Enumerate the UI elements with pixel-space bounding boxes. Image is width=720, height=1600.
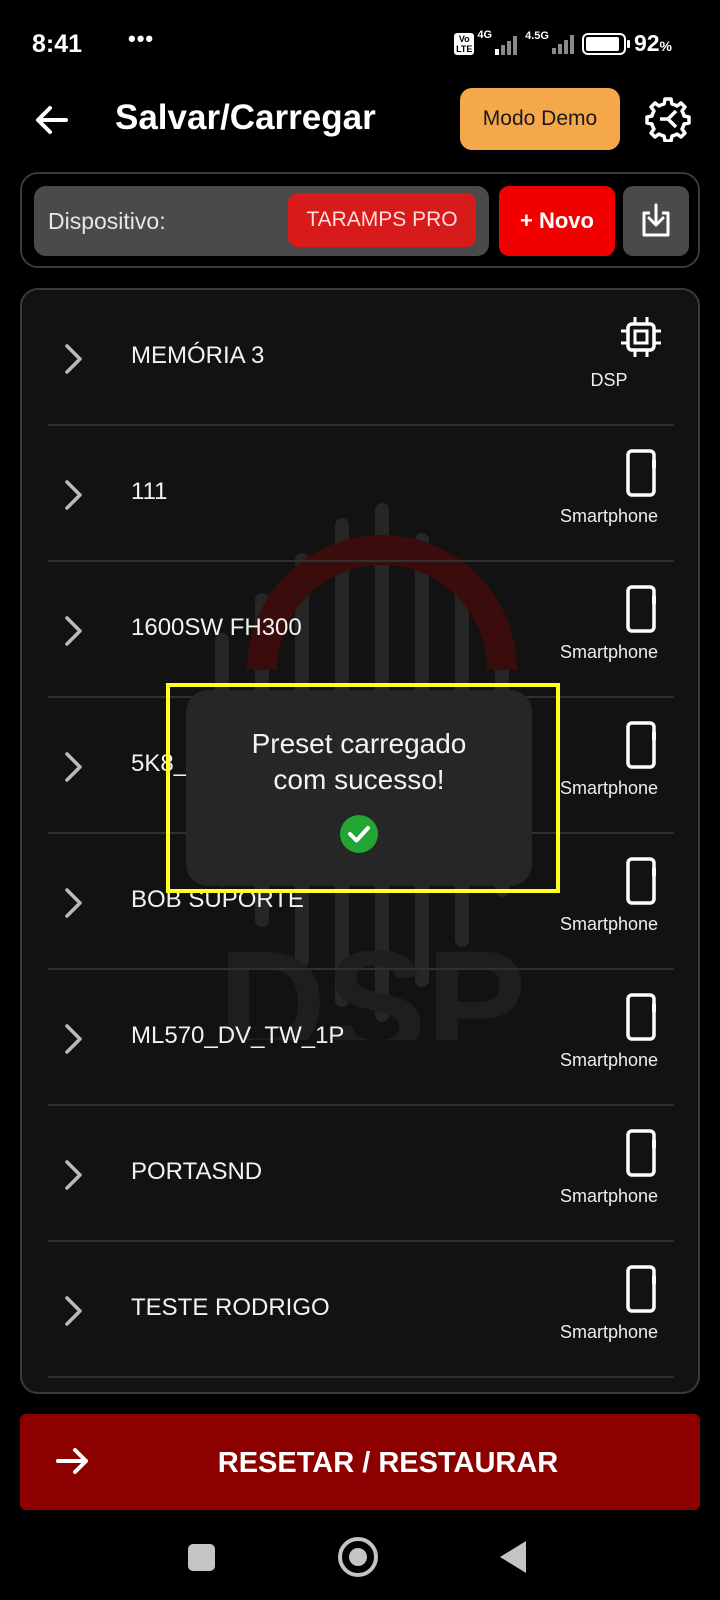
demo-mode-button[interactable]: Modo Demo (460, 88, 620, 150)
system-nav-bar (0, 1518, 720, 1600)
network-type-1: 4G (477, 28, 493, 41)
back-triangle-icon[interactable] (500, 1541, 526, 1573)
preset-source-label: Smartphone (559, 1186, 659, 1206)
app-header: Salvar/Carregar Modo Demo (0, 86, 720, 152)
check-circle-icon (340, 815, 378, 853)
preset-name: 1600SW FH300 (131, 614, 302, 641)
chevron-right-icon[interactable] (62, 614, 86, 648)
toast-line-1: Preset carregado (251, 728, 467, 759)
preset-name: 111 (131, 478, 168, 505)
import-button[interactable] (623, 186, 689, 256)
preset-source-label: Smartphone (559, 778, 659, 798)
preset-name: TESTE RODRIGO (131, 1294, 330, 1321)
preset-source-label: DSP (590, 370, 628, 390)
reset-restore-button[interactable]: RESETAR / RESTAURAR (20, 1414, 700, 1510)
preset-row[interactable]: 1600SW FH300 Smartphone (48, 562, 674, 698)
status-time: 8:41 (32, 30, 83, 58)
chevron-right-icon[interactable] (62, 342, 86, 376)
smartphone-icon (626, 721, 656, 769)
network-type-2: 4.5G (525, 29, 549, 42)
preset-source-label: Smartphone (559, 506, 659, 526)
status-indicators: Vo LTE 4G 4.5G 92% (454, 29, 672, 57)
recents-square-icon[interactable] (188, 1544, 215, 1571)
status-bar: 8:41 ••• Vo LTE 4G 4.5G 92% (0, 0, 720, 90)
smartphone-icon (626, 1265, 656, 1313)
preset-row[interactable]: PORTASND Smartphone (48, 1106, 674, 1242)
success-toast: Preset carregado com sucesso! (186, 690, 532, 886)
signal-sim1-icon: Vo LTE 4G (454, 29, 518, 55)
smartphone-icon (626, 857, 656, 905)
chevron-right-icon[interactable] (62, 1294, 86, 1328)
smartphone-icon (626, 449, 656, 497)
signal-sim2-icon: 4.5G (525, 30, 574, 54)
chevron-right-icon[interactable] (62, 750, 86, 784)
device-selector: Dispositivo: TARAMPS PRO (34, 186, 489, 256)
battery-percent: 92% (633, 30, 672, 56)
gear-icon[interactable] (645, 96, 691, 142)
reset-label: RESETAR / RESTAURAR (217, 1447, 559, 1479)
preset-row[interactable]: 111 Smartphone (48, 426, 674, 562)
chevron-right-icon[interactable] (62, 1022, 86, 1056)
device-name-chip[interactable]: TARAMPS PRO (288, 193, 476, 247)
device-label: Dispositivo: (48, 208, 166, 234)
home-circle-icon[interactable] (338, 1537, 378, 1577)
preset-row[interactable]: TESTE RODRIGO Smartphone (48, 1242, 674, 1378)
chevron-right-icon[interactable] (62, 1158, 86, 1192)
preset-name: PORTASND (131, 1158, 263, 1185)
preset-row[interactable]: ML570_DV_TW_1P Smartphone (48, 970, 674, 1106)
smartphone-icon (626, 585, 656, 633)
back-arrow-icon[interactable] (32, 100, 72, 140)
smartphone-icon (626, 1129, 656, 1177)
page-title: Salvar/Carregar (115, 98, 376, 137)
notification-dots-icon: ••• (128, 26, 155, 51)
toast-message: Preset carregado com sucesso! (186, 726, 532, 798)
preset-source-label: Smartphone (559, 1050, 659, 1070)
preset-source-label: Smartphone (559, 914, 659, 934)
toast-line-2: com sucesso! (273, 764, 445, 795)
download-tray-icon (642, 203, 670, 237)
chip-icon (621, 317, 661, 357)
preset-name: MEMÓRIA 3 (131, 342, 265, 369)
preset-row[interactable]: MEMÓRIA 3 DSP (48, 290, 674, 426)
preset-source-label: Smartphone (559, 642, 659, 662)
volte-icon: Vo LTE (454, 32, 475, 55)
preset-name: ML570_DV_TW_1P (131, 1022, 345, 1049)
chevron-right-icon[interactable] (62, 886, 86, 920)
smartphone-icon (626, 993, 656, 1041)
preset-source-label: Smartphone (559, 1322, 659, 1342)
device-panel: Dispositivo: TARAMPS PRO + Novo (20, 172, 700, 268)
battery-icon (581, 32, 630, 55)
chevron-right-icon[interactable] (62, 478, 86, 512)
new-preset-button[interactable]: + Novo (499, 186, 615, 256)
